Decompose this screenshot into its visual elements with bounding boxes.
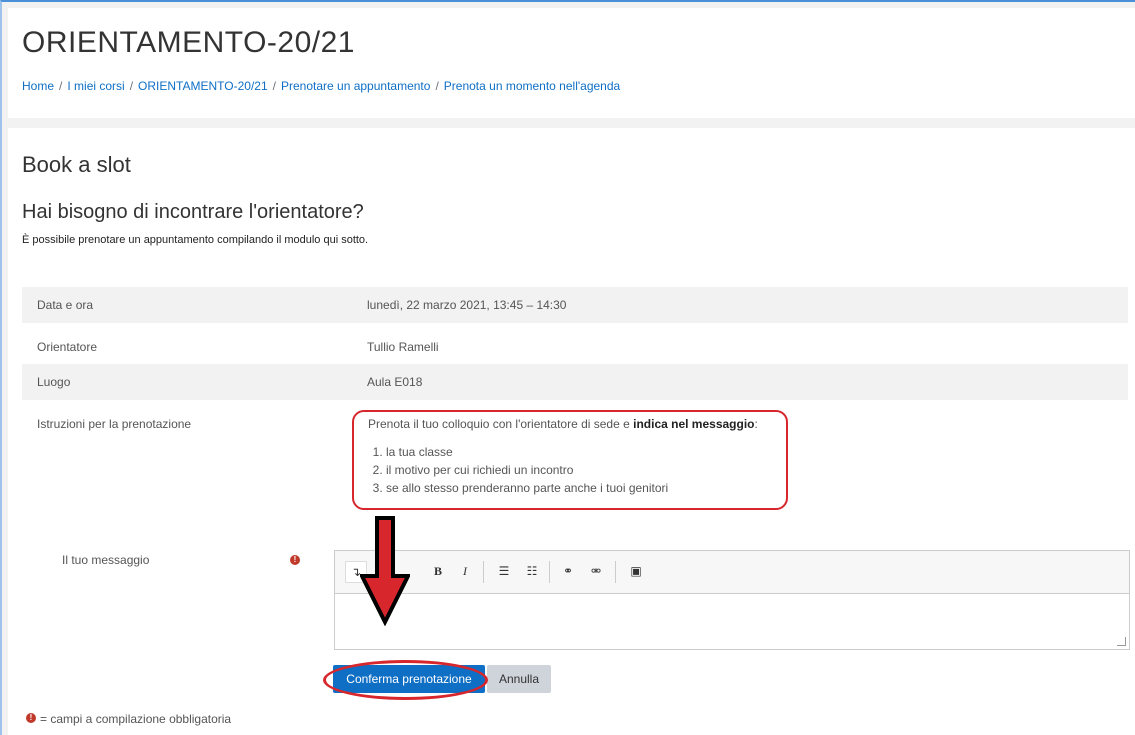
unordered-list-icon[interactable]: ☰ [493, 561, 515, 583]
breadcrumb: Home / I miei corsi / ORIENTAMENTO-20/21 / Pre… [22, 79, 620, 93]
link-icon[interactable]: ⚭ [557, 561, 579, 583]
annotation-arrow [360, 516, 410, 626]
cancel-button[interactable]: Annulla [487, 665, 551, 693]
page-header [8, 8, 1135, 118]
detail-row-location: Luogo Aula E018 [22, 364, 1128, 400]
editor-toolbar: ↴ B I ☰ ☷ ⚭ ⚮ ▣ [335, 551, 1129, 594]
breadcrumb-current[interactable]: Prenota un momento nell'agenda [444, 79, 620, 93]
detail-label: Orientatore [37, 340, 98, 354]
breadcrumb-separator: / [272, 79, 276, 93]
ordered-list-icon[interactable]: ☷ [521, 561, 543, 583]
required-icon: ! [290, 555, 300, 565]
instructions-label: Istruzioni per la prenotazione [37, 417, 192, 431]
annotation-highlight-instructions [352, 410, 788, 510]
breadcrumb-separator: / [129, 79, 134, 93]
breadcrumb-my-courses[interactable]: I miei corsi [67, 79, 124, 93]
resize-handle[interactable] [1117, 637, 1126, 646]
section-subheading: Hai bisogno di incontrare l'orientatore? [22, 201, 364, 223]
unlink-icon[interactable]: ⚮ [585, 561, 607, 583]
breadcrumb-home[interactable]: Home [22, 79, 54, 93]
detail-row-advisor: Orientatore Tullio Ramelli [22, 329, 1128, 365]
message-label: Il tuo messaggio [62, 553, 150, 567]
breadcrumb-separator: / [59, 79, 63, 93]
bold-icon[interactable]: B [427, 561, 449, 583]
toolbar-divider [615, 561, 616, 583]
toolbar-divider [549, 561, 550, 583]
message-textarea[interactable] [335, 593, 1129, 649]
image-icon[interactable]: ▣ [625, 561, 647, 583]
toolbar-divider [483, 561, 484, 583]
breadcrumb-separator: / [435, 79, 439, 93]
detail-label: Data e ora [37, 298, 94, 312]
intro-text: È possibile prenotare un appuntamento co… [22, 234, 369, 246]
detail-row-date: Data e ora lunedì, 22 marzo 2021, 13:45 … [22, 287, 1128, 323]
breadcrumb-course[interactable]: ORIENTAMENTO-20/21 [138, 79, 268, 93]
message-editor: ↴ B I ☰ ☷ ⚭ ⚮ ▣ [334, 550, 1130, 650]
detail-label: Luogo [37, 375, 71, 389]
italic-icon[interactable]: I [454, 561, 476, 583]
section-heading: Book a slot [22, 152, 131, 177]
required-legend: = campi a compilazione obbligatoria [40, 712, 232, 726]
breadcrumb-activity[interactable]: Prenotare un appuntamento [281, 79, 430, 93]
detail-value: Tullio Ramelli [367, 340, 439, 354]
detail-value: Aula E018 [367, 375, 423, 389]
annotation-highlight-confirm [323, 660, 488, 700]
required-legend-icon: ! [26, 713, 36, 723]
page-title: ORIENTAMENTO-20/21 [22, 26, 355, 59]
detail-value: lunedì, 22 marzo 2021, 13:45 – 14:30 [367, 298, 567, 312]
